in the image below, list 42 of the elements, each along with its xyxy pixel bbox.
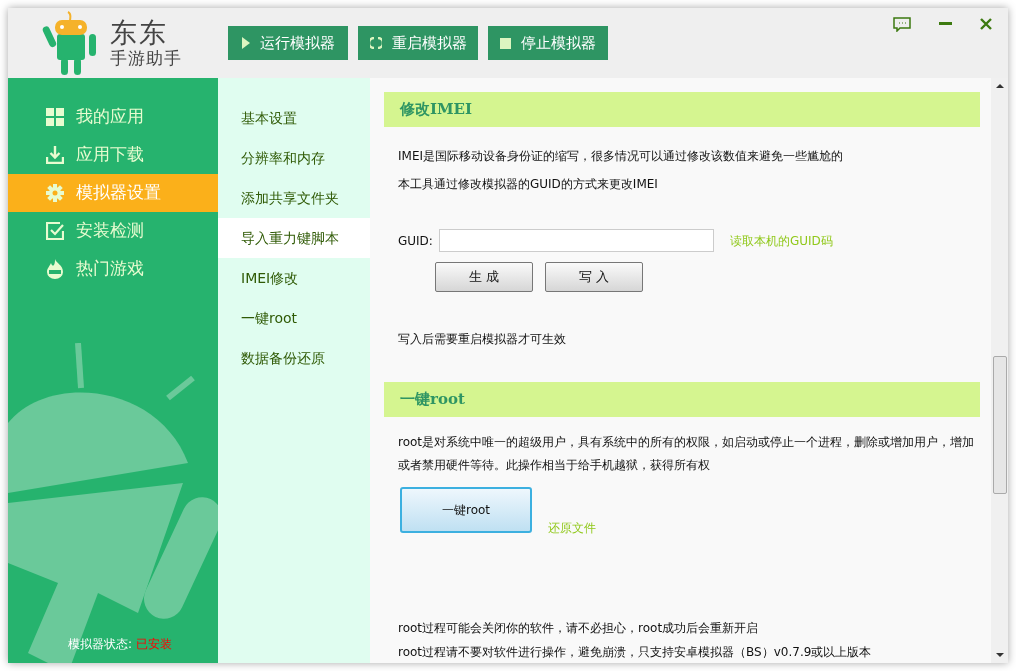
note-text: root过程可能会关闭你的软件，请不必担心，root成功后会重新开启	[398, 620, 760, 637]
section-title: 一键root	[400, 389, 465, 411]
scroll-up-icon[interactable]	[995, 84, 1004, 88]
status-value: 已安装	[136, 636, 173, 653]
subnav-item[interactable]: 添加共享文件夹	[218, 178, 370, 218]
gear-icon	[46, 184, 64, 202]
scrollbar[interactable]	[991, 78, 1008, 663]
download-icon	[46, 146, 64, 164]
checkbox-icon	[46, 222, 64, 240]
description-text: IMEI是国际移动设备身份证的缩写，很多情况可以通过修改该数值来避免一些尴尬的	[398, 148, 844, 165]
action-button[interactable]: 生 成	[435, 262, 533, 292]
flame-icon	[46, 259, 64, 279]
subnav-item[interactable]: 数据备份还原	[218, 338, 370, 378]
app-subtitle: 手游助手	[110, 50, 182, 67]
guid-label: GUID:	[398, 232, 433, 250]
toolbar-button[interactable]: 停止模拟器	[488, 26, 608, 60]
minimize-icon[interactable]	[939, 22, 952, 26]
subnav-item[interactable]: 一键root	[218, 298, 370, 338]
note-text: 写入后需要重启模拟器才可生效	[397, 331, 567, 348]
action-button[interactable]: 写 入	[545, 262, 643, 292]
subnav-item[interactable]: 基本设置	[218, 98, 370, 138]
toolbar-button[interactable]: 运行模拟器	[228, 26, 348, 60]
scroll-down-icon[interactable]	[995, 653, 1004, 657]
subnav-item[interactable]: IMEI修改	[218, 258, 370, 298]
note-text: root过程请不要对软件进行操作，避免崩溃，只支持安卓模拟器（BS）v0.7.9或以上版本	[398, 644, 873, 661]
status-label: 模拟器状态:	[68, 636, 133, 653]
subnav-item[interactable]: 导入重力键脚本	[218, 218, 370, 258]
subnav-item[interactable]: 分辨率和内存	[218, 138, 370, 178]
stop-icon	[500, 37, 511, 49]
toolbar-button[interactable]: 重启模拟器	[358, 26, 478, 60]
grid-icon	[46, 108, 64, 126]
section-title: 修改IMEI	[400, 99, 473, 121]
chat-icon[interactable]	[893, 16, 911, 32]
app-name: 东东	[110, 19, 169, 46]
description-text: root是对系统中唯一的超级用户，具有系统中的所有的权限，如启动或停止一个进程，删除或增加用户，增加或者禁用硬件等待。此操作相当于给手机越狱，获得所有权	[397, 434, 976, 474]
root-button[interactable]: 一键root	[400, 487, 532, 533]
guid-field[interactable]	[438, 229, 714, 252]
refresh-icon	[369, 37, 382, 49]
scrollbar-thumb[interactable]	[992, 356, 1007, 494]
play-icon	[241, 37, 250, 49]
description-text: 本工具通过修改模拟器的GUID的方式来更改IMEI	[398, 176, 659, 193]
close-icon[interactable]	[980, 18, 992, 30]
